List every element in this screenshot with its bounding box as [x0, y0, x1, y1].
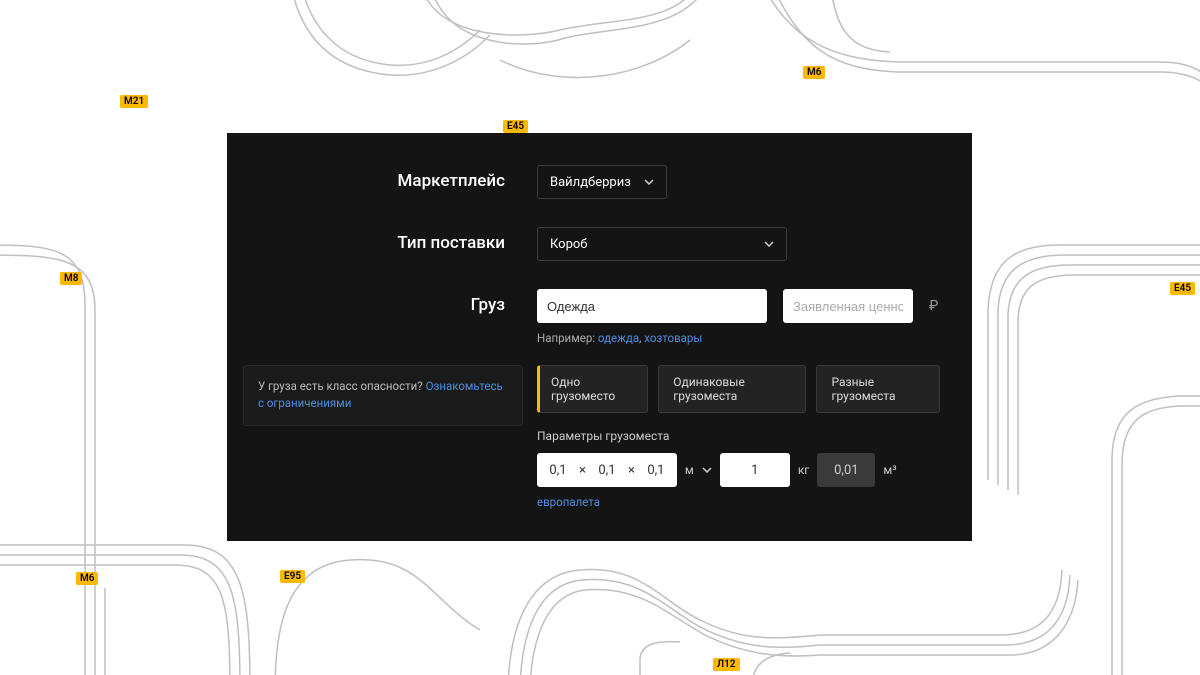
- cargo-name-input[interactable]: [537, 289, 767, 323]
- road-label-m6-top: М6: [803, 66, 825, 79]
- delivery-type-label: Тип поставки: [227, 227, 537, 253]
- marketplace-dropdown[interactable]: Вайлдберриз: [537, 165, 667, 199]
- dim-unit-dropdown[interactable]: [702, 467, 712, 473]
- tab-identical-places[interactable]: Одинаковые грузоместа: [658, 365, 806, 413]
- road-label-m8: М8: [60, 272, 82, 285]
- dim-sep: ×: [628, 463, 635, 478]
- road-label-e45-top: Е45: [503, 120, 528, 133]
- volume-value: 0,01: [834, 463, 858, 478]
- dim-height: 0,1: [645, 463, 667, 478]
- delivery-type-value: Короб: [550, 237, 588, 252]
- shipping-form-panel: Маркетплейс Вайлдберриз Тип поставки Кор…: [227, 133, 972, 541]
- marketplace-value: Вайлдберриз: [550, 175, 631, 190]
- hint-link-clothes[interactable]: одежда: [598, 331, 639, 345]
- dim-length: 0,1: [547, 463, 569, 478]
- hazard-text: У груза есть класс опасности?: [258, 379, 426, 393]
- volume-unit-label: м³: [883, 463, 896, 477]
- road-label-e95: Е95: [280, 570, 305, 583]
- cargo-tabs: Одно грузоместо Одинаковые грузоместа Ра…: [537, 365, 940, 413]
- hint-link-household[interactable]: хозтовары: [644, 331, 702, 345]
- cargo-label: Груз: [227, 289, 537, 315]
- weight-input[interactable]: 1: [720, 453, 790, 487]
- chevron-down-icon: [644, 179, 654, 185]
- marketplace-label: Маркетплейс: [227, 165, 537, 191]
- ruble-icon: ₽: [929, 298, 938, 314]
- row-marketplace: Маркетплейс Вайлдберриз: [227, 165, 972, 199]
- volume-display: 0,01: [817, 453, 875, 487]
- weight-value: 1: [751, 463, 758, 478]
- params-title: Параметры грузоместа: [537, 429, 940, 443]
- tab-single-place[interactable]: Одно грузоместо: [537, 365, 648, 413]
- delivery-type-dropdown[interactable]: Короб: [537, 227, 787, 261]
- europallet-link[interactable]: европалета: [537, 495, 600, 509]
- tab-different-places[interactable]: Разные грузоместа: [816, 365, 940, 413]
- weight-unit-label: кг: [798, 463, 810, 477]
- params-row: 0,1 × 0,1 × 0,1 м 1 кг 0,01: [537, 453, 940, 487]
- dim-unit-label: м: [685, 463, 694, 477]
- cargo-hint: Например: одежда, хозтовары: [537, 331, 940, 345]
- hazard-info-box: У груза есть класс опасности? Ознакомьте…: [243, 365, 523, 426]
- road-label-l12: Л12: [713, 658, 740, 671]
- dimensions-input[interactable]: 0,1 × 0,1 × 0,1: [537, 453, 677, 487]
- europallet-link-row: европалета: [537, 495, 940, 509]
- road-label-e45-right: Е45: [1170, 282, 1195, 295]
- cargo-price-input[interactable]: [783, 289, 913, 323]
- road-label-m21: М21: [120, 95, 148, 108]
- dim-width: 0,1: [596, 463, 618, 478]
- row-delivery-type: Тип поставки Короб: [227, 227, 972, 261]
- dim-sep: ×: [579, 463, 586, 478]
- road-label-m6-bottom: М6: [76, 572, 98, 585]
- chevron-down-icon: [764, 241, 774, 247]
- chevron-down-icon: [702, 467, 712, 473]
